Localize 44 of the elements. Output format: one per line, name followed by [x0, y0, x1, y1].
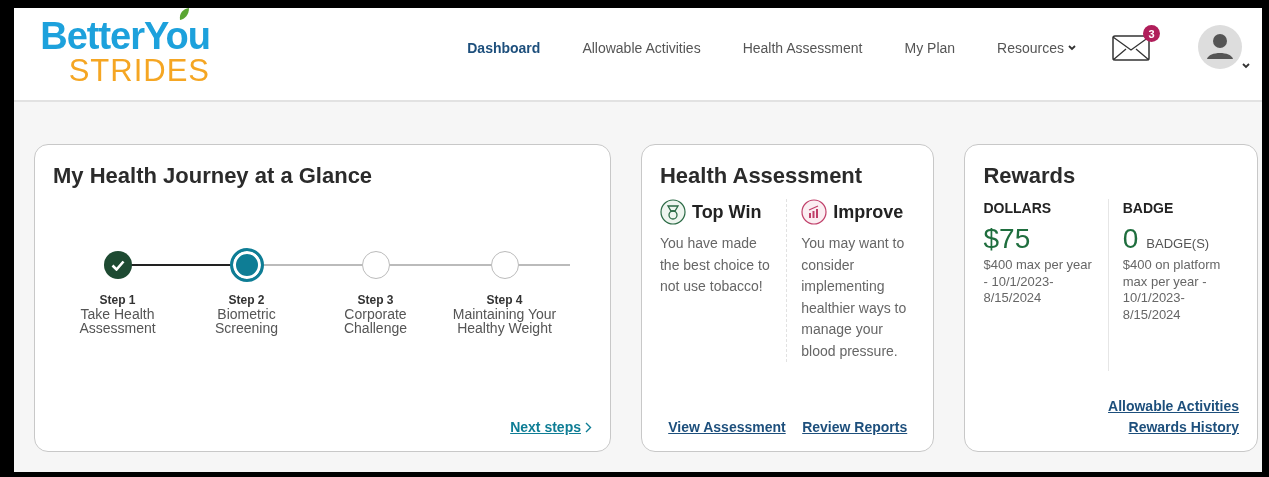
- nav-link[interactable]: My Plan: [904, 40, 956, 56]
- chevron-down-icon: [1068, 45, 1076, 51]
- column-heading: DOLLARS: [983, 200, 1052, 216]
- chevron-down-icon: [1242, 63, 1250, 69]
- reward-note: $400 max per year - 10/1/2023-8/15/2024: [983, 257, 1093, 307]
- report-link[interactable]: View Assessment: [668, 419, 786, 435]
- nav-link[interactable]: Health Assessment: [742, 40, 863, 56]
- column-heading: Top Win: [691, 201, 762, 223]
- notification-badge: 3: [1143, 25, 1160, 42]
- nav-link[interactable]: Resources: [997, 40, 1076, 56]
- column-heading: BADGE: [1122, 200, 1174, 216]
- step-label: Corporate Challenge: [342, 307, 409, 335]
- logo-text: BetterYou: [40, 17, 210, 55]
- nav-link[interactable]: Allowable Activities: [582, 40, 701, 56]
- step-label: Biometric Screening: [213, 307, 279, 335]
- reward-amount: $75: [983, 223, 1031, 255]
- report-link[interactable]: Review Reports: [802, 419, 908, 435]
- avatar-icon[interactable]: [1198, 25, 1242, 69]
- check-icon: [110, 259, 125, 271]
- reward-note: $400 on platform max per year - 10/1/2023-8/15/2024: [1122, 257, 1222, 323]
- card-title: Rewards: [983, 163, 1077, 189]
- column-text: You have made the best choice to not use tobacco!: [659, 234, 771, 296]
- reward-amount: 0: [1122, 223, 1139, 255]
- step-number: Step 2: [228, 293, 265, 307]
- medal-icon: [659, 199, 686, 225]
- step-label: Take Health Assessment: [78, 307, 157, 335]
- column-text: You may want to consider implementing healthier ways to manage your blood pressure.: [801, 234, 908, 361]
- card-title: Health Assessment: [659, 163, 864, 189]
- step-number: Step 4: [486, 293, 523, 307]
- rewards-link[interactable]: Rewards History: [1128, 419, 1239, 435]
- leaf-icon: [178, 7, 190, 21]
- bar-chart-icon: [801, 199, 828, 225]
- step-number: Step 1: [99, 293, 136, 307]
- card-title: My Health Journey at a Glance: [53, 163, 374, 189]
- envelope-icon[interactable]: [1112, 35, 1150, 61]
- logo-subtitle: STRIDES: [68, 55, 210, 87]
- step-number: Step 3: [357, 293, 394, 307]
- amount-unit: BADGE(S): [1146, 236, 1210, 251]
- nav-link[interactable]: Dashboard: [467, 40, 541, 56]
- step-label: Maintaining Your Healthy Weight: [451, 307, 558, 335]
- rewards-link[interactable]: Allowable Activities: [1108, 398, 1239, 414]
- column-heading: Improve: [833, 201, 904, 223]
- next-steps-link[interactable]: Next steps: [510, 419, 592, 435]
- chevron-right-icon: [584, 421, 592, 433]
